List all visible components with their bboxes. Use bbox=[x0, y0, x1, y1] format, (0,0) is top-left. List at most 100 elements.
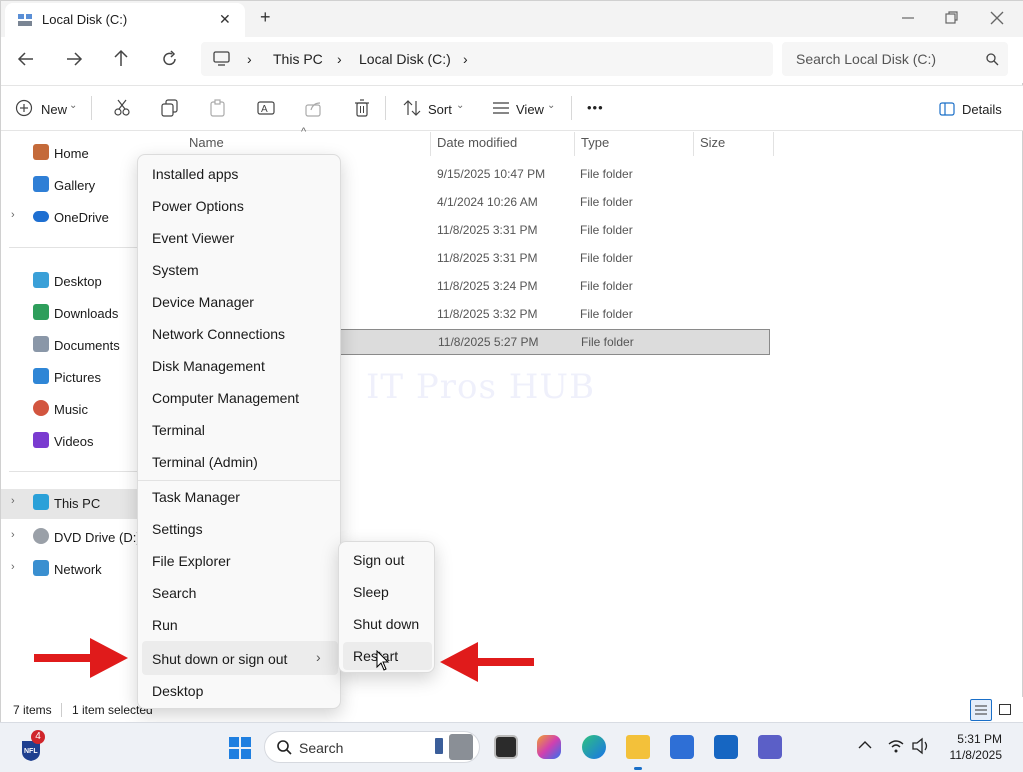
menu-item-search[interactable]: Search bbox=[152, 585, 196, 601]
details-button[interactable]: Details bbox=[962, 102, 1002, 117]
wifi-icon[interactable] bbox=[887, 737, 905, 755]
submenu-item-sleep[interactable]: Sleep bbox=[353, 584, 389, 600]
search-highlight-image-icon bbox=[449, 734, 473, 760]
search-box[interactable]: Search Local Disk (C:) bbox=[782, 42, 1008, 76]
weather-widget[interactable]: NFL 4 bbox=[19, 730, 47, 762]
task-view-icon[interactable] bbox=[494, 735, 518, 759]
menu-item-terminal-admin[interactable]: Terminal (Admin) bbox=[152, 454, 258, 470]
navigation-pane: Home Gallery › OneDrive Desktop Download… bbox=[1, 132, 157, 697]
video-icon bbox=[33, 432, 49, 448]
rename-icon[interactable]: A bbox=[257, 99, 275, 117]
chevron-right-icon[interactable]: › bbox=[11, 209, 15, 221]
forward-arrow-icon[interactable] bbox=[65, 51, 83, 67]
menu-item-terminal[interactable]: Terminal bbox=[152, 422, 205, 438]
breadcrumb-this-pc[interactable]: This PC bbox=[273, 51, 323, 67]
share-icon[interactable] bbox=[305, 99, 323, 117]
cut-icon[interactable] bbox=[113, 99, 131, 117]
address-bar[interactable]: › This PC › Local Disk (C:) › bbox=[201, 42, 773, 76]
menu-item-device-manager[interactable]: Device Manager bbox=[152, 294, 254, 310]
column-divider[interactable] bbox=[430, 132, 431, 156]
view-button[interactable]: View bbox=[516, 102, 544, 117]
details-view-button[interactable] bbox=[970, 699, 992, 721]
sidebar-item-music[interactable]: Music bbox=[1, 395, 157, 423]
chevron-down-icon: ⌄ bbox=[547, 100, 556, 111]
menu-item-network-connections[interactable]: Network Connections bbox=[152, 326, 285, 342]
teams-icon[interactable] bbox=[758, 735, 782, 759]
menu-item-system[interactable]: System bbox=[152, 262, 199, 278]
tiles-view-icon[interactable] bbox=[999, 704, 1011, 715]
edge-icon[interactable] bbox=[582, 735, 606, 759]
close-window-icon[interactable] bbox=[990, 11, 1004, 25]
copilot-icon[interactable] bbox=[537, 735, 561, 759]
tab-local-disk[interactable]: Local Disk (C:) ✕ bbox=[5, 3, 245, 37]
up-arrow-icon[interactable] bbox=[113, 49, 129, 67]
menu-item-file-explorer[interactable]: File Explorer bbox=[152, 553, 231, 569]
disc-icon bbox=[33, 528, 49, 544]
type-cell: File folder bbox=[580, 223, 633, 237]
sidebar-item-downloads[interactable]: Downloads bbox=[1, 299, 157, 327]
system-clock[interactable]: 5:31 PM 11/8/2025 bbox=[948, 731, 1003, 763]
view-icon[interactable] bbox=[492, 101, 510, 115]
new-tab-button[interactable]: + bbox=[260, 7, 271, 28]
back-arrow-icon[interactable] bbox=[17, 51, 35, 67]
menu-item-desktop[interactable]: Desktop bbox=[152, 683, 203, 699]
sidebar-item-home[interactable]: Home bbox=[1, 139, 157, 167]
column-header-name[interactable]: Name bbox=[189, 135, 224, 155]
submenu-item-shut-down[interactable]: Shut down bbox=[353, 616, 419, 632]
paste-icon[interactable] bbox=[209, 99, 227, 117]
copy-icon[interactable] bbox=[161, 99, 179, 117]
menu-item-run[interactable]: Run bbox=[152, 617, 178, 633]
column-header-date[interactable]: Date modified bbox=[437, 135, 517, 155]
restore-icon[interactable] bbox=[945, 11, 959, 25]
breadcrumb-local-disk[interactable]: Local Disk (C:) bbox=[359, 51, 451, 67]
chevron-right-icon[interactable]: › bbox=[11, 495, 15, 507]
menu-item-installed-apps[interactable]: Installed apps bbox=[152, 166, 238, 182]
minimize-icon[interactable] bbox=[901, 11, 915, 25]
command-bar: New ⌄ A Sort ⌄ View ⌄ ••• Details bbox=[1, 85, 1023, 131]
refresh-icon[interactable] bbox=[161, 50, 179, 68]
column-divider[interactable] bbox=[773, 132, 774, 156]
delete-icon[interactable] bbox=[353, 99, 371, 117]
column-divider[interactable] bbox=[693, 132, 694, 156]
sidebar-item-documents[interactable]: Documents bbox=[1, 331, 157, 359]
menu-item-event-viewer[interactable]: Event Viewer bbox=[152, 230, 234, 246]
outlook-icon[interactable] bbox=[714, 735, 738, 759]
submenu-item-sign-out[interactable]: Sign out bbox=[353, 552, 404, 568]
menu-item-power-options[interactable]: Power Options bbox=[152, 198, 244, 214]
menu-item-computer-management[interactable]: Computer Management bbox=[152, 390, 299, 406]
more-options-button[interactable]: ••• bbox=[587, 100, 604, 115]
sidebar-item-onedrive[interactable]: › OneDrive bbox=[1, 203, 157, 231]
chevron-right-icon[interactable]: › bbox=[11, 529, 15, 541]
breadcrumb-chevron-icon[interactable]: › bbox=[463, 51, 468, 67]
sidebar-item-pictures[interactable]: Pictures bbox=[1, 363, 157, 391]
file-explorer-icon[interactable] bbox=[626, 735, 650, 759]
column-divider[interactable] bbox=[574, 132, 575, 156]
sidebar-item-network[interactable]: › Network bbox=[1, 555, 157, 583]
chevron-down-icon: ⌄ bbox=[69, 100, 78, 111]
details-pane-icon[interactable] bbox=[939, 102, 955, 116]
chevron-up-icon[interactable] bbox=[858, 740, 872, 750]
new-button[interactable]: New bbox=[41, 102, 67, 117]
sort-icon[interactable] bbox=[403, 100, 421, 116]
sidebar-item-desktop[interactable]: Desktop bbox=[1, 267, 157, 295]
column-header-type[interactable]: Type bbox=[581, 135, 609, 155]
taskbar-search-box[interactable]: Search bbox=[264, 731, 480, 763]
windows-start-icon[interactable] bbox=[228, 736, 252, 760]
menu-item-task-manager[interactable]: Task Manager bbox=[152, 489, 240, 505]
sort-button[interactable]: Sort bbox=[428, 102, 452, 117]
mouse-pointer-icon bbox=[376, 650, 390, 671]
sidebar-item-gallery[interactable]: Gallery bbox=[1, 171, 157, 199]
sidebar-item-videos[interactable]: Videos bbox=[1, 427, 157, 455]
store-icon[interactable] bbox=[670, 735, 694, 759]
sidebar-item-this-pc[interactable]: › This PC bbox=[1, 489, 157, 519]
menu-item-settings[interactable]: Settings bbox=[152, 521, 203, 537]
menu-item-shut-down-or-sign-out[interactable]: Shut down or sign out bbox=[152, 651, 287, 667]
close-tab-icon[interactable]: ✕ bbox=[219, 11, 231, 28]
new-plus-icon[interactable] bbox=[15, 99, 33, 117]
volume-icon[interactable] bbox=[912, 737, 932, 755]
sidebar-item-dvd-drive[interactable]: › DVD Drive (D:) H bbox=[1, 523, 157, 551]
menu-item-disk-management[interactable]: Disk Management bbox=[152, 358, 265, 374]
navigation-bar: › This PC › Local Disk (C:) › Search Loc… bbox=[1, 37, 1023, 83]
column-header-size[interactable]: Size bbox=[700, 135, 725, 155]
chevron-right-icon[interactable]: › bbox=[11, 561, 15, 573]
